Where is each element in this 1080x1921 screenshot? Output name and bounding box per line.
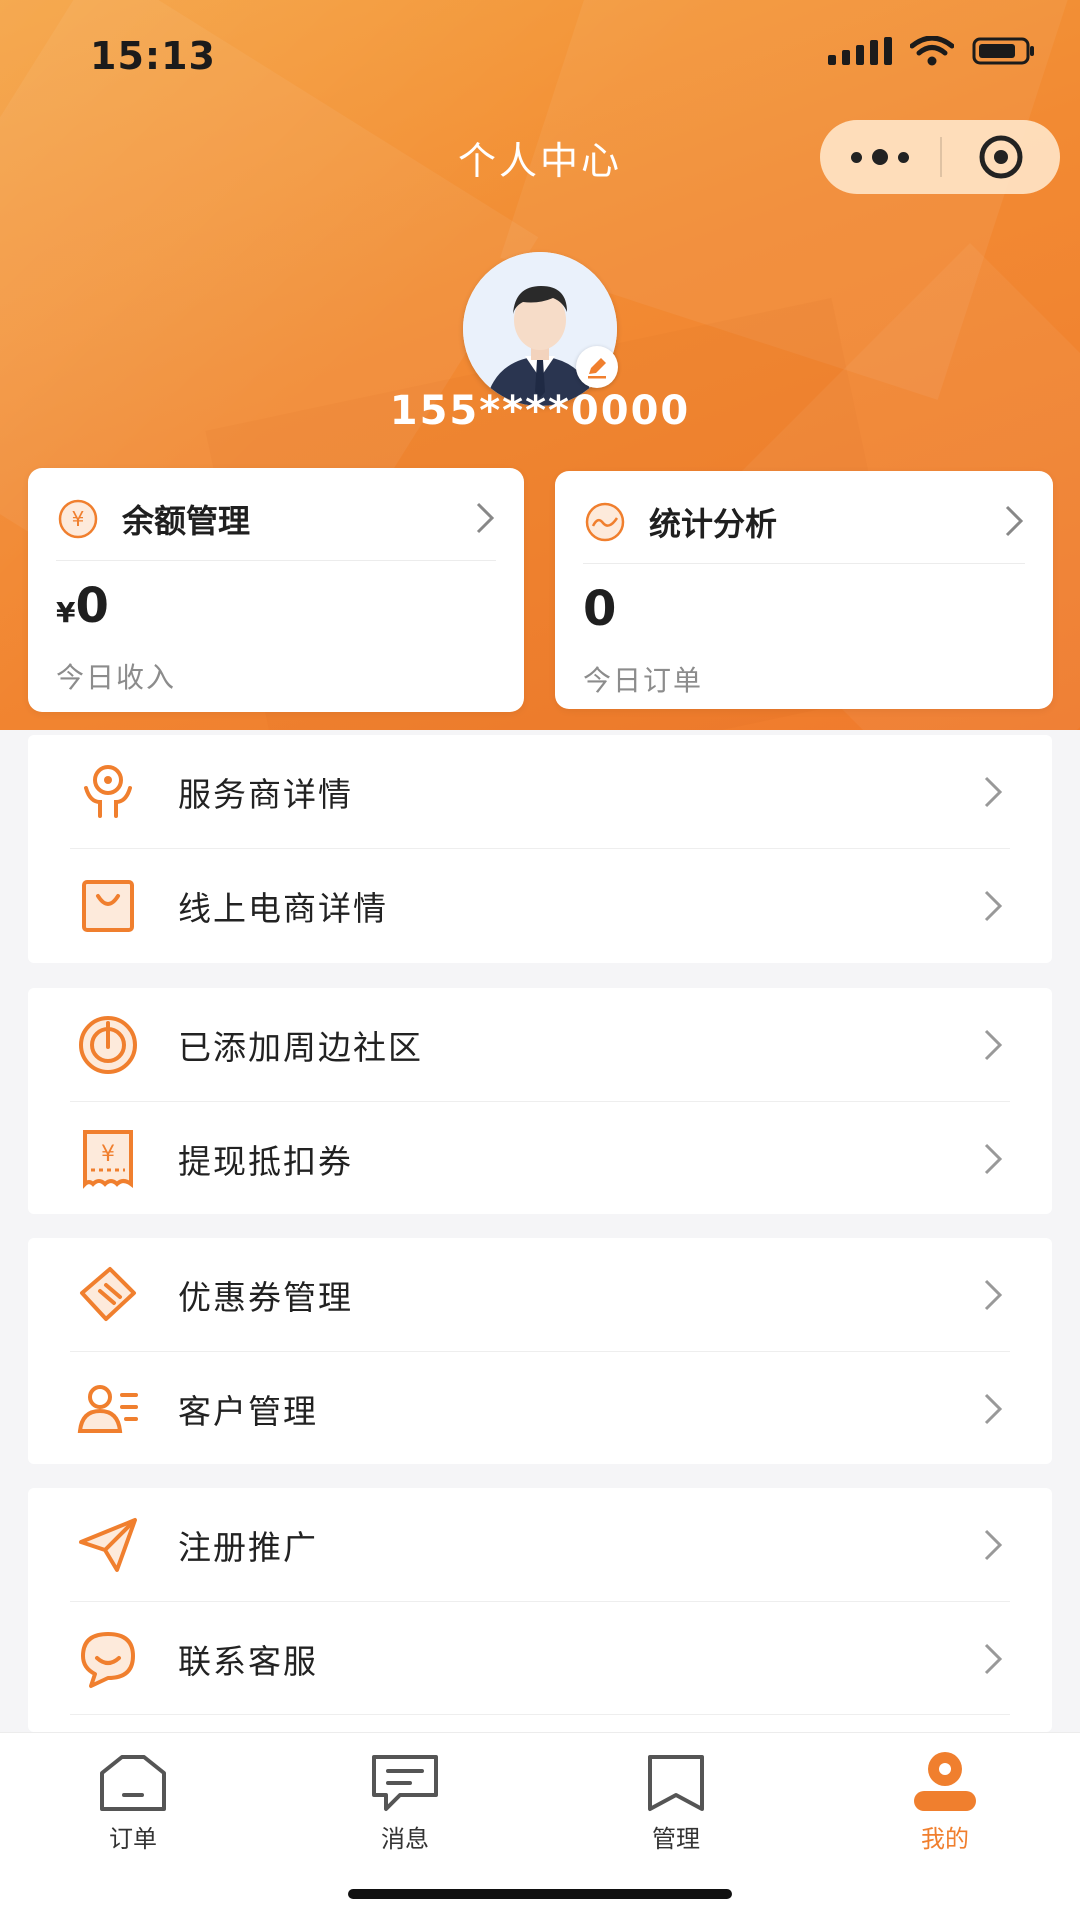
chevron-right-icon (984, 1529, 1003, 1560)
menu-item-label: 联系客服 (178, 1641, 318, 1681)
menu-item-service-provider[interactable]: 服务商详情 (28, 735, 1052, 848)
menu-item-register-promotion[interactable]: 注册推广 (28, 1488, 1052, 1601)
menu-item-contact-support[interactable]: 联系客服 (28, 1602, 1052, 1715)
menu-group-2: 已添加周边社区 ¥ 提现抵扣券 (28, 988, 1052, 1214)
chevron-right-icon (984, 890, 1003, 921)
chevron-right-icon (984, 1279, 1003, 1310)
statistics-label: 今日订单 (583, 664, 704, 697)
currency-symbol: ¥ (56, 596, 76, 629)
status-bar: 15:13 (0, 0, 1080, 110)
tab-label: 管理 (652, 1825, 700, 1853)
yen-circle-icon: ¥ (58, 499, 98, 539)
chevron-right-icon (984, 1643, 1003, 1674)
coupon-icon (80, 1266, 136, 1321)
menu-item-label: 提现抵扣券 (178, 1141, 353, 1181)
bookmark-icon (648, 1755, 704, 1811)
more-options-button[interactable] (820, 149, 940, 165)
menu-item-label: 服务商详情 (178, 774, 353, 814)
cellular-signal-icon (828, 37, 892, 65)
profile-icon (914, 1752, 976, 1811)
battery-icon (972, 37, 1034, 65)
wifi-icon (910, 36, 954, 66)
close-miniprogram-button[interactable] (942, 133, 1060, 181)
menu-item-online-shop[interactable]: 线上电商详情 (28, 849, 1052, 962)
dot-icon (851, 151, 862, 163)
service-provider-icon (84, 764, 132, 818)
balance-card[interactable]: ¥ 余额管理 ¥0 今日收入 (28, 468, 524, 712)
target-icon (979, 135, 1023, 179)
tab-orders[interactable]: 订单 (33, 1745, 233, 1854)
today-orders-value: 0 (583, 581, 617, 637)
chevron-right-icon (984, 1393, 1003, 1424)
menu-item-coupons[interactable]: 优惠券管理 (28, 1238, 1052, 1351)
tab-profile[interactable]: 我的 (845, 1745, 1045, 1854)
chevron-right-icon (476, 502, 495, 534)
customer-list-icon (77, 1384, 138, 1433)
chevron-right-icon (984, 1029, 1003, 1060)
order-icon (100, 1755, 166, 1811)
menu-group-4: 注册推广 联系客服 (28, 1488, 1052, 1732)
svg-text:¥: ¥ (101, 1142, 115, 1167)
tab-label: 我的 (921, 1825, 969, 1853)
svg-text:¥: ¥ (72, 507, 85, 531)
chat-bubble-icon (81, 1631, 135, 1688)
menu-item-label: 客户管理 (178, 1391, 318, 1431)
menu-item-label: 注册推广 (178, 1527, 318, 1567)
user-phone: 155****0000 (389, 388, 691, 434)
community-target-icon (79, 1015, 137, 1074)
tab-messages[interactable]: 消息 (305, 1745, 505, 1854)
pencil-icon (588, 358, 606, 379)
menu-group-1: 服务商详情 线上电商详情 (28, 735, 1052, 963)
tab-label: 消息 (381, 1825, 429, 1853)
home-indicator (348, 1889, 732, 1899)
chevron-right-icon (1005, 505, 1024, 537)
today-income-value: 0 (75, 578, 109, 634)
withdraw-voucher-icon: ¥ (83, 1129, 133, 1189)
balance-value: ¥0 (56, 578, 109, 634)
balance-label: 今日收入 (56, 661, 177, 694)
tab-management[interactable]: 管理 (576, 1745, 776, 1854)
chevron-right-icon (984, 1143, 1003, 1174)
dot-icon (898, 151, 909, 163)
paper-plane-icon (79, 1517, 137, 1572)
menu-item-customers[interactable]: 客户管理 (28, 1352, 1052, 1465)
statistics-card[interactable]: 统计分析 0 今日订单 (555, 471, 1053, 709)
menu-item-withdraw-voucher[interactable]: ¥ 提现抵扣券 (28, 1102, 1052, 1215)
menu-item-label: 线上电商详情 (178, 888, 388, 928)
menu-item-label: 优惠券管理 (178, 1277, 353, 1317)
status-time: 15:13 (90, 34, 216, 78)
miniprogram-capsule (820, 120, 1060, 194)
trend-circle-icon (585, 502, 625, 542)
tab-label: 订单 (109, 1825, 157, 1853)
edit-avatar-button[interactable] (576, 346, 618, 388)
shopping-bag-icon (82, 879, 134, 932)
dot-icon (872, 149, 888, 165)
message-icon (372, 1755, 438, 1811)
menu-item-community[interactable]: 已添加周边社区 (28, 988, 1052, 1101)
menu-group-3: 优惠券管理 客户管理 (28, 1238, 1052, 1464)
statistics-card-title: 统计分析 (649, 505, 778, 543)
menu-item-label: 已添加周边社区 (178, 1027, 423, 1067)
balance-card-title: 余额管理 (122, 502, 251, 540)
chevron-right-icon (984, 776, 1003, 807)
